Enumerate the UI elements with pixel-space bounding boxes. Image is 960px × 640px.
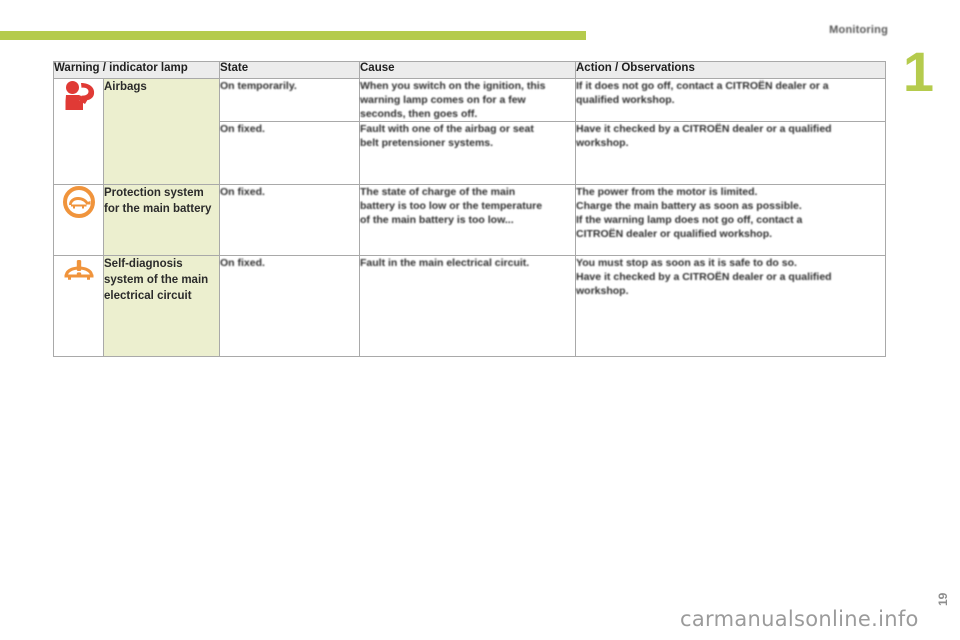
column-header-cause: Cause	[359, 61, 576, 79]
warning-lamp-table: Warning / indicator lamp State Cause Act…	[53, 61, 886, 357]
state-cell: On fixed.	[219, 255, 360, 357]
action-line: If the warning lamp does not go off, con…	[576, 214, 803, 226]
cause-cell: Fault in the main electrical circuit.	[359, 255, 576, 357]
cause-cell: The state of charge of the main battery …	[359, 184, 576, 256]
cause-cell: Fault with one of the airbag or seat bel…	[359, 121, 576, 185]
table-header: Warning / indicator lamp State Cause Act…	[53, 61, 886, 79]
column-header-state: State	[219, 61, 360, 79]
lamp-name-self-diagnosis: Self-diagnosis system of the main electr…	[103, 255, 220, 357]
cause-line: warning lamp comes on for a few	[360, 94, 526, 106]
chapter-number: 1	[902, 40, 934, 103]
table-row: Airbags On temporarily. When you switch …	[53, 78, 886, 185]
lamp-name-battery-protection: Protection system for the main battery	[103, 184, 220, 256]
cause-line: When you switch on the ignition, this	[360, 80, 546, 92]
action-cell: If it does not go off, contact a CITROËN…	[575, 78, 886, 122]
airbag-warning-icon-cell	[53, 78, 104, 185]
turtle-battery-protection-icon	[62, 186, 95, 218]
state-text: On fixed.	[220, 257, 265, 269]
chapter-title: Monitoring	[829, 24, 888, 36]
top-accent-band	[0, 31, 586, 40]
action-line: The power from the motor is limited.	[576, 186, 758, 198]
action-line: qualified workshop.	[576, 94, 675, 106]
state-cell: On fixed.	[219, 121, 360, 185]
action-line: workshop.	[576, 285, 629, 297]
cause-line: belt pretensioner systems.	[360, 137, 494, 149]
car-self-diagnosis-icon	[64, 260, 93, 280]
cause-line: seconds, then goes off.	[360, 108, 478, 120]
cause-line: Fault with one of the airbag or seat	[360, 123, 534, 135]
state-cell: On temporarily.	[219, 78, 360, 122]
state-text: On fixed.	[220, 123, 265, 135]
turtle-battery-protection-icon-cell	[53, 184, 104, 256]
cause-line: The state of charge of the main	[360, 186, 516, 198]
cause-line: Fault in the main electrical circuit.	[360, 257, 530, 269]
action-line: Have it checked by a CITROËN dealer or a…	[576, 123, 832, 135]
table-header-row: Warning / indicator lamp State Cause Act…	[53, 61, 886, 79]
cause-cell: When you switch on the ignition, this wa…	[359, 78, 576, 122]
action-line: Charge the main battery as soon as possi…	[576, 200, 802, 212]
state-text: On temporarily.	[220, 80, 297, 92]
site-watermark: carmanualsonline.info	[680, 607, 919, 631]
column-header-warning-lamp: Warning / indicator lamp	[53, 61, 220, 79]
action-cell: Have it checked by a CITROËN dealer or a…	[575, 121, 886, 185]
lamp-name-airbags: Airbags	[103, 78, 220, 185]
table-row: Protection system for the main battery O…	[53, 184, 886, 256]
cause-line: of the main battery is too low...	[360, 214, 514, 226]
airbag-warning-icon	[65, 81, 94, 110]
action-cell: The power from the motor is limited. Cha…	[575, 184, 886, 256]
action-line: Have it checked by a CITROËN dealer or a…	[576, 271, 832, 283]
action-line: workshop.	[576, 137, 629, 149]
column-header-action: Action / Observations	[575, 61, 886, 79]
cause-line: battery is too low or the temperature	[360, 200, 543, 212]
action-line: If it does not go off, contact a CITROËN…	[576, 80, 829, 92]
car-self-diagnosis-icon-cell	[53, 255, 104, 357]
action-line: CITROËN dealer or qualified workshop.	[576, 228, 773, 240]
action-line: You must stop as soon as it is safe to d…	[576, 257, 797, 269]
table-body: Airbags On temporarily. When you switch …	[53, 78, 886, 357]
state-cell: On fixed.	[219, 184, 360, 256]
state-text: On fixed.	[220, 186, 265, 198]
action-cell: You must stop as soon as it is safe to d…	[575, 255, 886, 357]
warning-lamp-table-container: Warning / indicator lamp State Cause Act…	[53, 61, 886, 357]
table-row: Self-diagnosis system of the main electr…	[53, 255, 886, 357]
page-number: 19	[936, 592, 950, 606]
